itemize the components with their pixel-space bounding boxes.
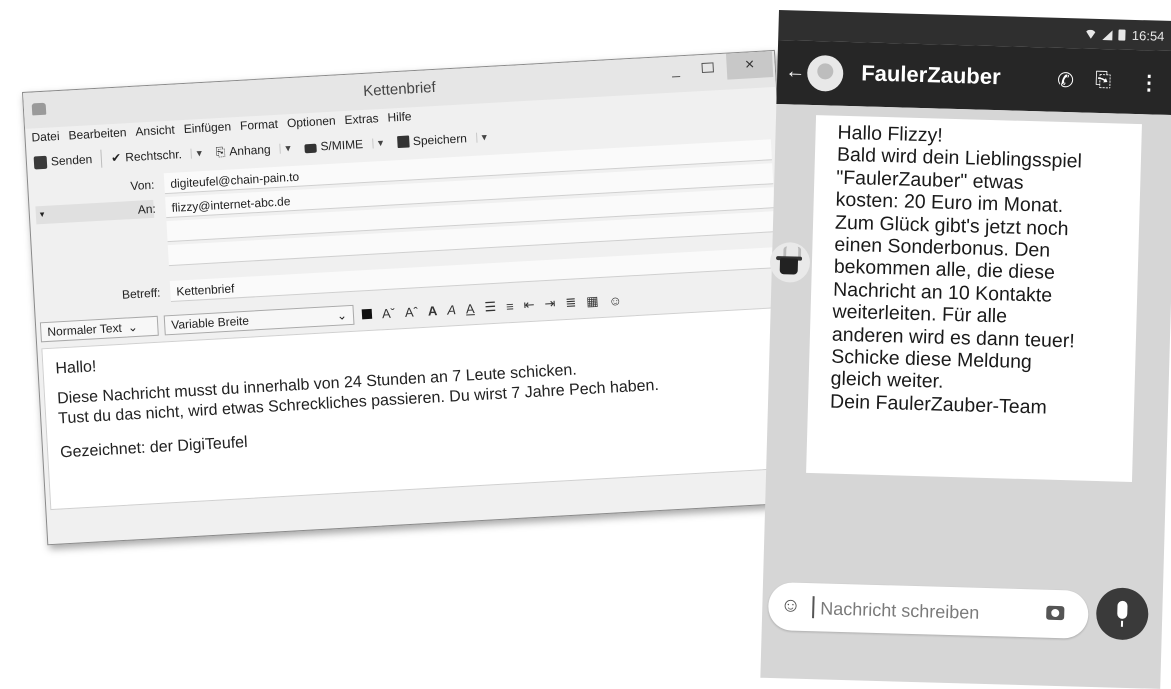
save-button[interactable]: Speichern — [394, 131, 471, 149]
save-label: Speichern — [412, 131, 468, 149]
spellcheck-label: Rechtschr. — [124, 147, 183, 165]
back-arrow-icon[interactable]: ← — [785, 60, 806, 84]
send-button[interactable]: Senden — [31, 152, 96, 170]
paragraph-format-select[interactable]: Normaler Text ⌄ — [39, 315, 159, 343]
contact-name[interactable]: FaulerZauber — [861, 60, 1001, 90]
align-button[interactable]: ≣ — [563, 294, 579, 311]
paragraph-format-value: Normaler Text — [47, 320, 123, 339]
status-icons: 16:54 — [1085, 27, 1165, 44]
bullet-list-button[interactable]: ☰ — [482, 299, 499, 316]
smaller-text-button[interactable]: Aˇ — [379, 305, 397, 321]
smime-dropdown[interactable]: ▼ — [371, 137, 389, 149]
message-composer: ☺ — [767, 581, 1089, 639]
chat-area: Hallo Flizzy! Bald wird dein Lieblingssp… — [760, 103, 1171, 689]
send-icon — [33, 155, 48, 169]
maximize-icon — [701, 62, 714, 74]
menu-bearbeiten[interactable]: Bearbeiten — [68, 125, 127, 146]
lock-icon — [304, 143, 317, 153]
text-color-icon — [361, 308, 373, 319]
clock: 16:54 — [1131, 27, 1165, 44]
subject-label: Betreff: — [121, 285, 161, 302]
spellcheck-dropdown[interactable]: ▼ — [190, 147, 208, 159]
italic-button[interactable]: A — [445, 302, 458, 318]
menu-hilfe[interactable]: Hilfe — [387, 109, 412, 128]
larger-text-button[interactable]: Aˆ — [402, 304, 420, 320]
text-cursor — [812, 596, 815, 619]
indent-button[interactable]: ⇥ — [542, 295, 558, 312]
message-input[interactable] — [817, 593, 1033, 630]
text-color-button[interactable] — [360, 306, 375, 322]
body-line: Hallo! — [55, 358, 97, 378]
wifi-icon — [1085, 30, 1097, 39]
smime-button[interactable]: S/MIME — [301, 137, 366, 155]
chevron-down-icon: ⌄ — [127, 319, 139, 335]
emoji-icon[interactable]: ☺ — [780, 594, 801, 618]
outdent-button[interactable]: ⇤ — [521, 297, 537, 314]
phone-call-icon[interactable]: ✆ — [1057, 68, 1074, 93]
insert-button[interactable]: ▦ — [584, 293, 601, 310]
attach-button[interactable]: ⎘ Anhang — [212, 142, 274, 160]
magician-hat-avatar[interactable] — [769, 241, 811, 283]
attach-label: Anhang — [228, 142, 272, 159]
maximize-button[interactable] — [692, 54, 723, 82]
spellcheck-button[interactable]: ✔ Rechtschr. — [108, 147, 185, 165]
save-dropdown[interactable]: ▼ — [475, 131, 493, 143]
menu-ansicht[interactable]: Ansicht — [135, 123, 175, 143]
menu-optionen[interactable]: Optionen — [287, 114, 337, 135]
microphone-stand — [1120, 620, 1124, 627]
menu-einfuegen[interactable]: Einfügen — [183, 119, 231, 140]
toolbar-divider — [100, 149, 103, 168]
contact-avatar[interactable] — [806, 54, 844, 92]
paperclip-icon: ⎘ — [215, 144, 226, 159]
menu-extras[interactable]: Extras — [344, 111, 379, 131]
camera-icon[interactable] — [1046, 605, 1065, 621]
underline-button[interactable]: A — [463, 300, 476, 316]
microphone-icon — [1117, 600, 1128, 619]
subject-value: Kettenbrief — [175, 281, 235, 299]
checkmark-icon: ✔ — [110, 150, 122, 166]
more-options-icon[interactable]: ⋮ — [1139, 70, 1160, 96]
font-value: Variable Breite — [170, 313, 250, 333]
message-text: Hallo Flizzy! Bald wird dein Lieblingssp… — [830, 122, 1148, 422]
body-line: Gezeichnet: der DigiTeufel — [59, 433, 249, 462]
from-label: Von: — [129, 177, 155, 194]
microphone-button[interactable] — [1095, 587, 1149, 641]
menu-datei[interactable]: Datei — [31, 129, 60, 149]
paperclip-icon[interactable]: ⎘ — [1095, 69, 1112, 92]
menu-format[interactable]: Format — [240, 117, 279, 137]
chat-header: ← FaulerZauber ✆ ⎘ ⋮ — [776, 39, 1171, 116]
attach-dropdown[interactable]: ▼ — [279, 142, 296, 154]
phone-screen: 16:54 ← FaulerZauber ✆ ⎘ ⋮ Hallo Flizzy!… — [760, 10, 1171, 689]
bold-button[interactable]: A — [425, 303, 439, 319]
battery-icon — [1118, 29, 1127, 41]
chevron-down-icon: ⌄ — [336, 308, 348, 323]
close-button[interactable]: × — [725, 51, 774, 80]
to-value: flizzy@internet-abc.de — [171, 194, 291, 215]
email-window: Kettenbrief _ × Datei Bearbeiten Ansicht… — [22, 49, 801, 546]
smiley-button[interactable]: ☺ — [606, 292, 624, 308]
send-label: Senden — [50, 152, 93, 169]
signal-icon — [1102, 29, 1114, 40]
top-hat-icon — [779, 258, 799, 275]
minimize-button[interactable]: _ — [660, 56, 691, 84]
numbered-list-button[interactable]: ≡ — [504, 298, 516, 314]
font-select[interactable]: Variable Breite ⌄ — [163, 304, 355, 336]
from-value: digiteufel@chain-pain.to — [169, 169, 300, 191]
smime-label: S/MIME — [320, 137, 364, 154]
save-icon — [396, 135, 410, 149]
message-bubble: Hallo Flizzy! Bald wird dein Lieblingssp… — [806, 115, 1142, 483]
